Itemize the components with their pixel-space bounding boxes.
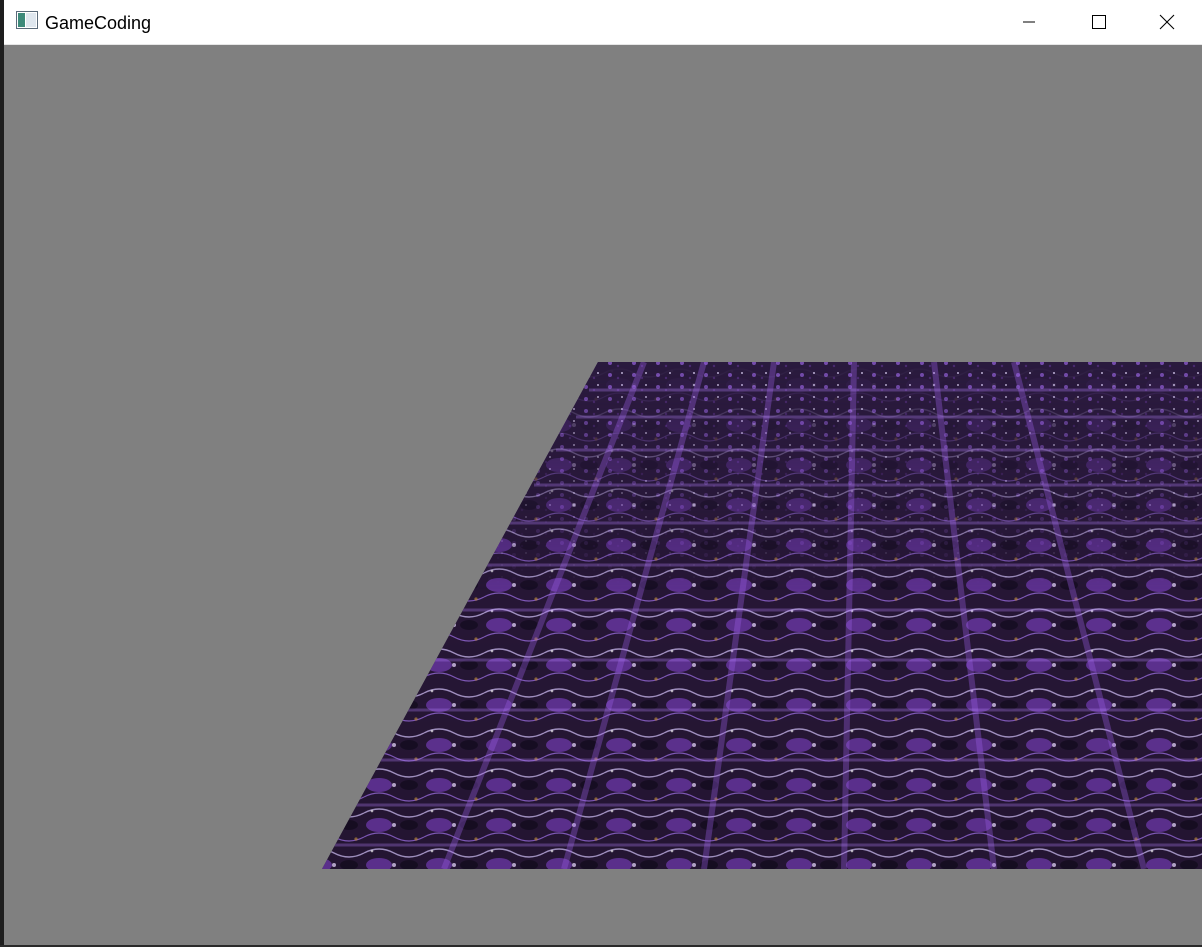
maximize-icon xyxy=(1092,15,1106,29)
render-viewport[interactable] xyxy=(4,45,1202,945)
close-button[interactable] xyxy=(1132,0,1202,44)
scene-canvas xyxy=(322,362,1202,869)
title-bar[interactable]: GameCoding xyxy=(4,0,1202,45)
game-window: GameCoding xyxy=(4,0,1202,945)
app-icon xyxy=(16,11,38,29)
close-icon xyxy=(1159,14,1175,30)
minimize-button[interactable] xyxy=(994,0,1064,44)
window-title: GameCoding xyxy=(45,13,152,33)
maximize-button[interactable] xyxy=(1064,0,1134,44)
minimize-icon xyxy=(1023,21,1035,23)
textured-floor-plane xyxy=(322,362,1202,869)
